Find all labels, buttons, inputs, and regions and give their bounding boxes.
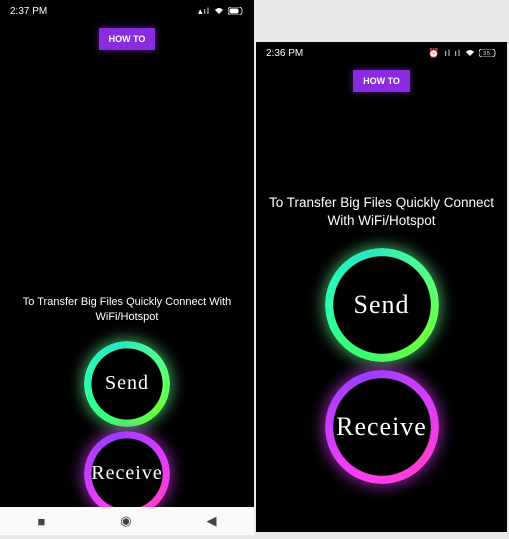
receive-label: Receive (336, 412, 427, 442)
send-label: Send (354, 290, 410, 320)
receive-label: Receive (91, 462, 162, 485)
phone-screen-right: 2:36 PM ⏰ ıl ıl 35 HOW TO To Transfer Bi… (256, 42, 507, 532)
action-buttons: Send Receive (0, 339, 254, 519)
signal-icon: ıl ıl (444, 48, 461, 58)
send-button[interactable]: Send (84, 341, 170, 427)
status-bar: 2:37 PM ▴ıl (0, 0, 254, 22)
action-buttons: Send Receive (256, 244, 507, 488)
instruction-text: To Transfer Big Files Quickly Connect Wi… (256, 194, 507, 230)
status-time: 2:37 PM (10, 6, 47, 17)
instruction-text: To Transfer Big Files Quickly Connect Wi… (0, 295, 254, 325)
howto-button[interactable]: HOW TO (99, 28, 156, 50)
nav-back-icon[interactable]: ◀ (207, 513, 217, 529)
status-bar: 2:36 PM ⏰ ıl ıl 35 (256, 42, 507, 64)
nav-recents-icon[interactable]: ■ (37, 514, 45, 529)
svg-text:35: 35 (483, 51, 491, 57)
phone-screen-left: 2:37 PM ▴ıl HOW TO To Transfer Big Files… (0, 0, 254, 535)
android-nav-bar: ■ ◉ ◀ (0, 507, 254, 535)
battery-icon (228, 7, 244, 15)
wifi-icon (465, 49, 475, 57)
status-icons: ⏰ ıl ıl 35 (428, 48, 497, 59)
alarm-icon: ⏰ (428, 48, 440, 59)
nav-home-icon[interactable]: ◉ (120, 513, 131, 529)
receive-button[interactable]: Receive (325, 370, 439, 484)
status-time: 2:36 PM (266, 48, 303, 59)
howto-button[interactable]: HOW TO (353, 70, 410, 92)
signal-icon: ▴ıl (198, 6, 210, 17)
status-icons: ▴ıl (198, 6, 244, 17)
wifi-icon (214, 7, 224, 15)
send-label: Send (105, 372, 149, 395)
send-button[interactable]: Send (325, 248, 439, 362)
receive-button[interactable]: Receive (84, 431, 170, 517)
battery-icon: 35 (479, 49, 497, 57)
